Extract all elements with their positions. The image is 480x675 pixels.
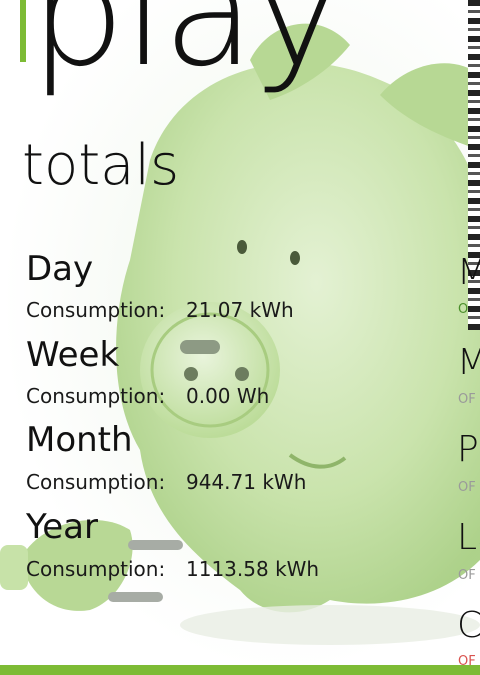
- week-consumption-key: Consumption:: [26, 384, 166, 408]
- accent-bar: [20, 0, 26, 62]
- bottom-accent-bar: [0, 665, 480, 675]
- day-consumption: Consumption: 21.07 kWh: [26, 300, 294, 320]
- pivot-header-totals[interactable]: totals: [22, 138, 179, 194]
- month-consumption-value: 944.71 kWh: [186, 470, 307, 494]
- peek-item-2-title[interactable]: M: [457, 345, 480, 381]
- year-label: Year: [26, 507, 98, 547]
- peek-item-3-status: OF: [458, 480, 476, 495]
- peek-item-1-title[interactable]: M: [457, 255, 480, 291]
- week-consumption: Consumption: 0.00 Wh: [26, 386, 269, 406]
- peek-item-5-title[interactable]: C: [457, 608, 480, 644]
- month-label: Month: [26, 420, 133, 460]
- peek-item-3-title[interactable]: P: [457, 432, 479, 468]
- year-consumption-value: 1113.58 kWh: [186, 557, 320, 581]
- peek-item-4-status: OF: [458, 568, 476, 583]
- peek-item-1-status: O: [458, 302, 469, 317]
- month-consumption: Consumption: 944.71 kWh: [26, 472, 306, 492]
- year-consumption-key: Consumption:: [26, 557, 166, 581]
- week-consumption-value: 0.00 Wh: [186, 384, 270, 408]
- day-consumption-value: 21.07 kWh: [186, 298, 294, 322]
- week-label: Week: [26, 335, 120, 375]
- pivot-title: play: [30, 0, 342, 100]
- next-page-peek[interactable]: M O M OF P OF La OF C OF: [455, 0, 480, 675]
- month-consumption-key: Consumption:: [26, 470, 166, 494]
- peek-item-4-title[interactable]: La: [457, 520, 480, 556]
- year-consumption: Consumption: 1113.58 kWh: [26, 559, 319, 579]
- day-consumption-key: Consumption:: [26, 298, 166, 322]
- day-label: Day: [26, 249, 94, 289]
- peek-item-2-status: OF: [458, 392, 476, 407]
